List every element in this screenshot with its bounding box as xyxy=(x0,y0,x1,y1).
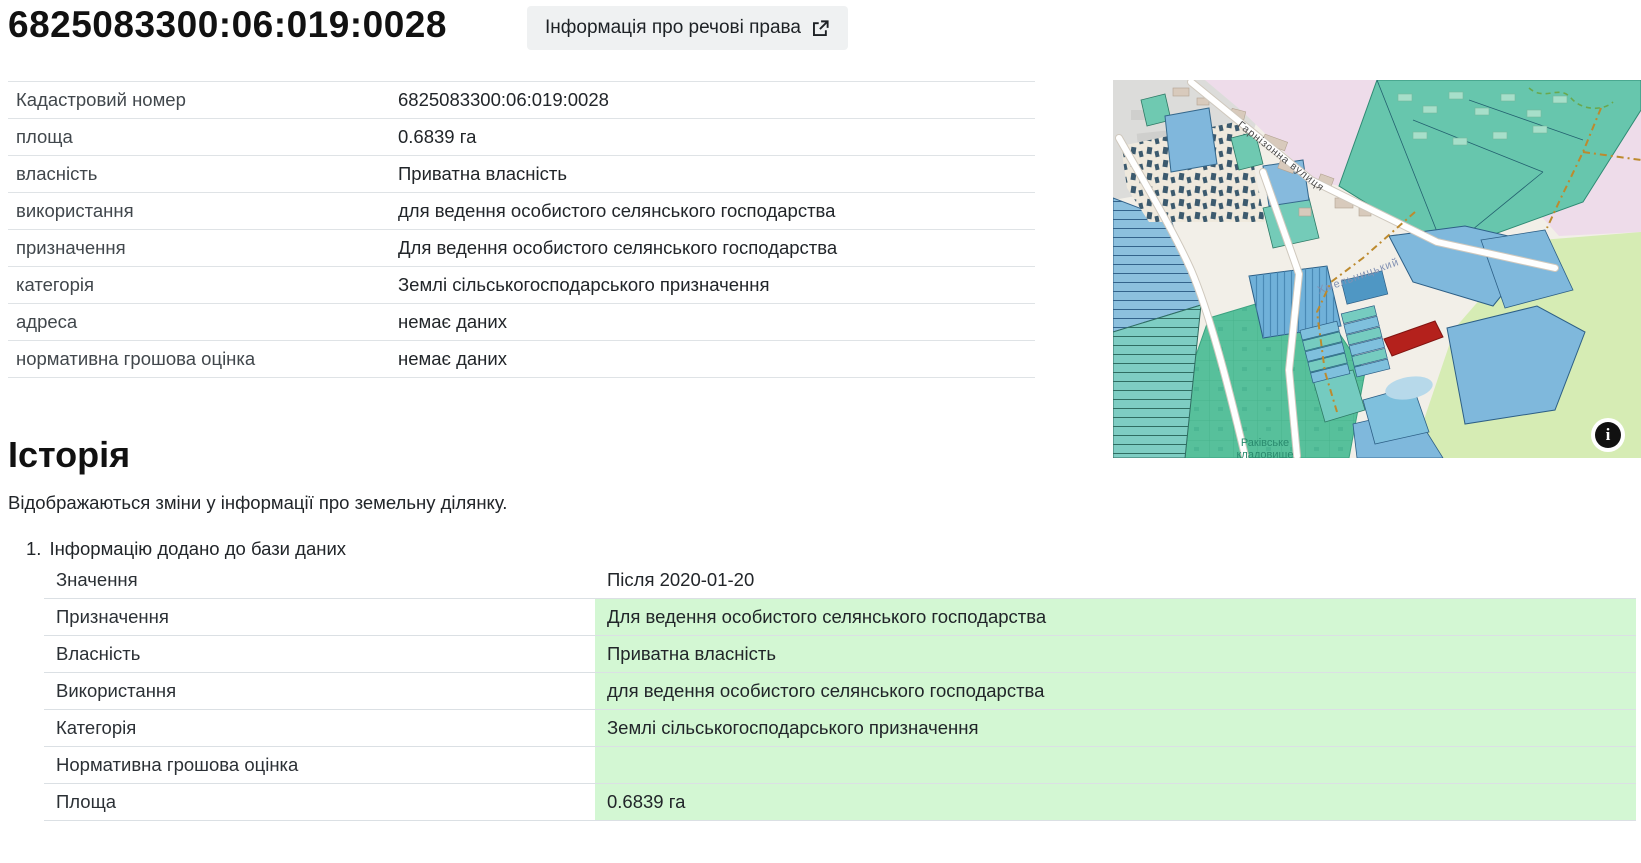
history-row: Категорія Землі сільськогосподарського п… xyxy=(44,710,1636,747)
map-image: Гарнізонна вулиця Хмельницький Раківське… xyxy=(1113,80,1641,458)
row-value: для ведення особистого селянського госпо… xyxy=(398,200,1035,222)
row-value: Приватна власність xyxy=(398,163,1035,185)
row-value: немає даних xyxy=(398,348,1035,370)
row-label: категорія xyxy=(8,274,398,296)
table-row: призначення Для ведення особистого селян… xyxy=(8,230,1035,267)
history-heading: Історія xyxy=(8,434,130,476)
row-value: Приватна власність xyxy=(595,636,1636,672)
row-label: Призначення xyxy=(44,599,595,635)
row-value: для ведення особистого селянського госпо… xyxy=(595,673,1636,709)
map-info-button[interactable]: i xyxy=(1591,418,1625,452)
table-row: Кадастровий номер 6825083300:06:019:0028 xyxy=(8,82,1035,119)
row-label: нормативна грошова оцінка xyxy=(8,348,398,370)
rights-info-button[interactable]: Інформація про речові права xyxy=(527,6,848,50)
row-label: Власність xyxy=(44,636,595,672)
row-label: Нормативна грошова оцінка xyxy=(44,747,595,783)
history-entry-number: 1. xyxy=(26,538,41,560)
table-row: власність Приватна власність xyxy=(8,156,1035,193)
external-link-icon xyxy=(811,19,830,38)
parcel-attributes-table: Кадастровий номер 6825083300:06:019:0028… xyxy=(8,81,1035,378)
history-row: Призначення Для ведення особистого селян… xyxy=(44,599,1636,636)
table-row: категорія Землі сільськогосподарського п… xyxy=(8,267,1035,304)
row-value: 0.6839 га xyxy=(595,784,1636,820)
row-value: Землі сільськогосподарського призначення xyxy=(595,710,1636,746)
row-value: Для ведення особистого селянського госпо… xyxy=(595,599,1636,635)
row-value: Для ведення особистого селянського госпо… xyxy=(398,237,1035,259)
history-description: Відображаються зміни у інформації про зе… xyxy=(8,492,507,514)
row-label: Значення xyxy=(44,562,595,598)
history-row: Власність Приватна власність xyxy=(44,636,1636,673)
history-entry-title: 1. Інформацію додано до бази даних xyxy=(26,538,346,560)
row-label: Категорія xyxy=(44,710,595,746)
page-title: 6825083300:06:019:0028 xyxy=(8,4,447,46)
map-cemetery-label-line2: кладовище xyxy=(1236,449,1293,458)
row-value: Землі сільськогосподарського призначення xyxy=(398,274,1035,296)
cadastral-map[interactable]: Гарнізонна вулиця Хмельницький Раківське… xyxy=(1113,80,1641,458)
row-value: 6825083300:06:019:0028 xyxy=(398,89,1035,111)
row-label: площа xyxy=(8,126,398,148)
table-row: використання для ведення особистого селя… xyxy=(8,193,1035,230)
row-label: адреса xyxy=(8,311,398,333)
history-row: Площа 0.6839 га xyxy=(44,784,1636,821)
history-table: Значення Після 2020-01-20 Призначення Дл… xyxy=(44,562,1636,821)
row-label: власність xyxy=(8,163,398,185)
row-value xyxy=(595,747,1636,783)
history-row: Нормативна грошова оцінка xyxy=(44,747,1636,784)
row-label: призначення xyxy=(8,237,398,259)
row-label: Кадастровий номер xyxy=(8,89,398,111)
map-cemetery-label-line1: Раківське xyxy=(1241,437,1289,449)
info-icon: i xyxy=(1595,422,1621,448)
history-entry-label: Інформацію додано до бази даних xyxy=(49,538,346,559)
table-row: площа 0.6839 га xyxy=(8,119,1035,156)
row-label: використання xyxy=(8,200,398,222)
table-row: нормативна грошова оцінка немає даних xyxy=(8,341,1035,378)
table-row: адреса немає даних xyxy=(8,304,1035,341)
history-row: Використання для ведення особистого селя… xyxy=(44,673,1636,710)
row-value: немає даних xyxy=(398,311,1035,333)
history-header-row: Значення Після 2020-01-20 xyxy=(44,562,1636,599)
row-value: 0.6839 га xyxy=(398,126,1035,148)
row-label: Площа xyxy=(44,784,595,820)
row-label: Використання xyxy=(44,673,595,709)
rights-info-button-label: Інформація про речові права xyxy=(545,17,801,39)
row-value: Після 2020-01-20 xyxy=(595,562,1636,598)
